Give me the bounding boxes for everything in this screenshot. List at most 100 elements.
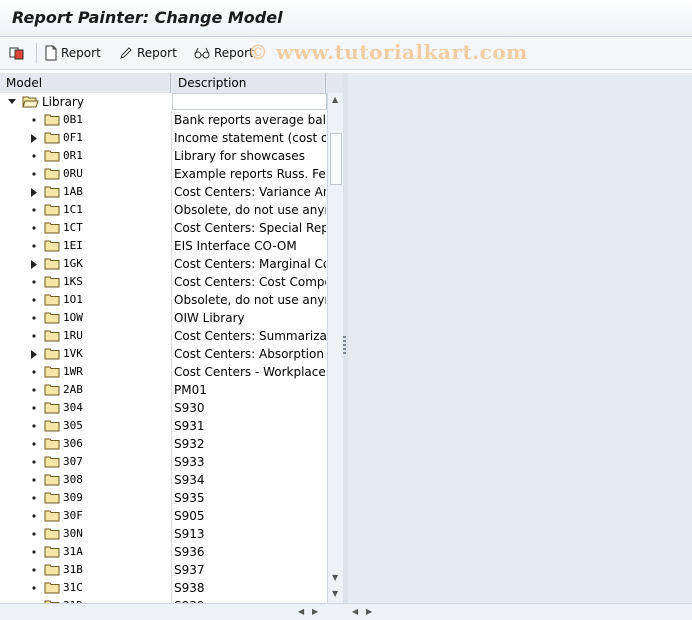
tree-row[interactable]: 30N S913 (0, 525, 327, 543)
folder-icon (44, 294, 60, 309)
tree-row[interactable]: 1RU Cost Centers: Summarization (0, 327, 327, 345)
model-code: 307 (63, 455, 83, 468)
tree-row[interactable]: 1OW OIW Library (0, 309, 327, 327)
folder-icon (44, 546, 60, 561)
leaf-bullet-icon (30, 561, 38, 579)
title-bar: Report Painter: Change Model (0, 0, 692, 37)
model-code: 304 (63, 401, 83, 414)
change-report-label: Report (137, 46, 177, 60)
column-divider (171, 201, 172, 219)
tree-row[interactable]: 31C S938 (0, 579, 327, 597)
model-code: 305 (63, 419, 83, 432)
column-divider (171, 255, 172, 273)
tree-row[interactable]: 1CT Cost Centers: Special Reports (0, 219, 327, 237)
model-description: Example reports Russ. Federation (174, 167, 326, 181)
column-divider (171, 381, 172, 399)
scroll-down-icon[interactable]: ▼ (332, 573, 338, 582)
expand-triangle-icon[interactable] (30, 345, 38, 363)
expand-triangle-icon[interactable] (30, 255, 38, 273)
model-description: S930 (174, 401, 205, 415)
tree-row[interactable]: 2AB PM01 (0, 381, 327, 399)
column-header-description[interactable]: Description (172, 73, 326, 93)
leaf-bullet-icon (30, 543, 38, 561)
model-code: 30F (63, 509, 83, 522)
tree-row[interactable]: 1O1 Obsolete, do not use anymore (0, 291, 327, 309)
tree-row[interactable]: 1VK Cost Centers: Absorption Costing (0, 345, 327, 363)
leaf-bullet-icon (30, 165, 38, 183)
column-divider (171, 453, 172, 471)
tree-row[interactable]: 1C1 Obsolete, do not use anymore (0, 201, 327, 219)
folder-icon (44, 204, 60, 219)
folder-icon (44, 312, 60, 327)
create-report-button[interactable]: Report (44, 44, 101, 62)
tree-row[interactable]: 1WR Cost Centers - Workplace Reports (0, 363, 327, 381)
tree-row[interactable]: 0RU Example reports Russ. Federation (0, 165, 327, 183)
model-description: S932 (174, 437, 205, 451)
tree-row[interactable]: 31B S937 (0, 561, 327, 579)
tree-row[interactable]: 305 S931 (0, 417, 327, 435)
scroll-left-icon[interactable]: ◀ (298, 607, 304, 616)
horizontal-scrollbar[interactable]: ◀ ▶ ◀ ▶ (0, 603, 692, 620)
scroll-bottom-icon[interactable]: ▼ (332, 589, 338, 598)
tree-row[interactable]: 304 S930 (0, 399, 327, 417)
leaf-bullet-icon (30, 399, 38, 417)
tree-row[interactable]: 1EI EIS Interface CO-OM (0, 237, 327, 255)
expand-triangle-icon[interactable] (30, 183, 38, 201)
model-description: S935 (174, 491, 205, 505)
model-code: 31A (63, 545, 83, 558)
tree-row[interactable]: 309 S935 (0, 489, 327, 507)
model-code: 1EI (63, 239, 83, 252)
model-code: 1C1 (63, 203, 83, 216)
column-divider (171, 543, 172, 561)
display-change-button[interactable] (9, 44, 28, 62)
right-scroll-right-icon[interactable]: ▶ (366, 607, 372, 616)
folder-icon (44, 132, 60, 147)
folder-icon (44, 150, 60, 165)
tree-root-label: Library (42, 95, 84, 109)
display-report-button[interactable]: Report (193, 44, 254, 62)
folder-icon (44, 492, 60, 507)
leaf-bullet-icon (30, 579, 38, 597)
tree-row[interactable]: 31A S936 (0, 543, 327, 561)
model-description: S931 (174, 419, 205, 433)
model-description: S934 (174, 473, 205, 487)
tree-row[interactable]: 308 S934 (0, 471, 327, 489)
tree-rows: Library 0B1Bank reports average balance0… (0, 93, 327, 613)
column-header-model[interactable]: Model (0, 73, 171, 93)
folder-icon (44, 222, 60, 237)
scroll-right-icon[interactable]: ▶ (312, 607, 318, 616)
tree-row[interactable]: 0R1 Library for showcases (0, 147, 327, 165)
right-scroll-left-icon[interactable]: ◀ (352, 607, 358, 616)
tree-row[interactable]: 307 S933 (0, 453, 327, 471)
column-divider (171, 345, 172, 363)
splitter-grip[interactable] (343, 336, 346, 354)
column-divider (171, 147, 172, 165)
tree-row[interactable]: 0B1 Bank reports average balance (0, 111, 327, 129)
tree-root-library[interactable]: Library (0, 93, 327, 111)
leaf-bullet-icon (30, 489, 38, 507)
column-divider (171, 489, 172, 507)
change-report-button[interactable]: Report (118, 44, 177, 62)
column-divider (171, 129, 172, 147)
leaf-bullet-icon (30, 147, 38, 165)
tree-row[interactable]: 1AB Cost Centers: Variance Analysis (0, 183, 327, 201)
scroll-up-icon[interactable]: ▲ (332, 95, 338, 104)
model-description: Obsolete, do not use anymore (174, 293, 326, 307)
leaf-bullet-icon (30, 111, 38, 129)
tree-row[interactable]: 1GK Cost Centers: Marginal Costing (0, 255, 327, 273)
leaf-bullet-icon (30, 525, 38, 543)
column-divider (171, 507, 172, 525)
model-description: Cost Centers: Variance Analysis (174, 185, 326, 199)
tree-row[interactable]: 1KS Cost Centers: Cost Components (0, 273, 327, 291)
column-divider (171, 579, 172, 597)
collapse-triangle-icon[interactable] (8, 98, 17, 106)
tree-row[interactable]: 30F S905 (0, 507, 327, 525)
column-divider (171, 237, 172, 255)
tree-row[interactable]: 0F1 Income statement (cost of sales) (0, 129, 327, 147)
model-code: 0B1 (63, 113, 83, 126)
scrollbar-thumb[interactable] (330, 133, 342, 185)
model-code: 1OW (63, 311, 83, 324)
tree-row[interactable]: 306 S932 (0, 435, 327, 453)
expand-triangle-icon[interactable] (30, 129, 38, 147)
leaf-bullet-icon (30, 273, 38, 291)
